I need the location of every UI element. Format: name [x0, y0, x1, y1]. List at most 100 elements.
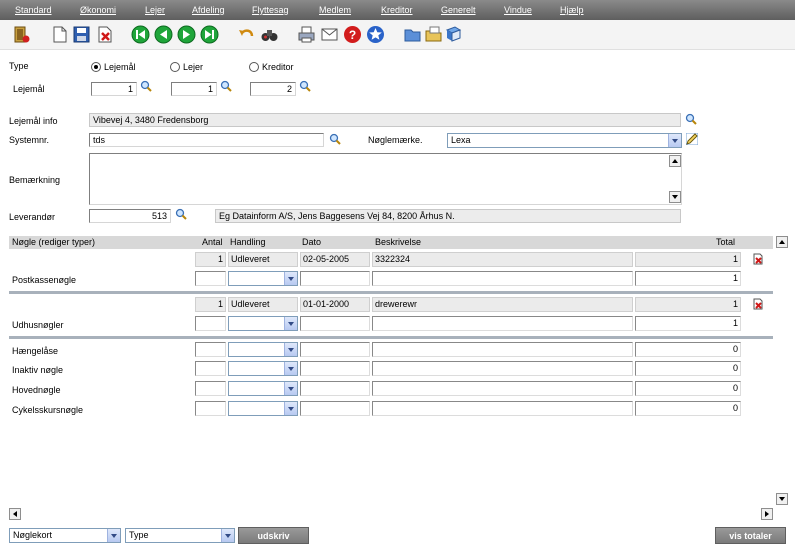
new-handling-select[interactable] [228, 316, 298, 331]
radio-lejemaal[interactable] [91, 62, 101, 72]
binoculars-icon[interactable] [260, 25, 279, 44]
lejemaal-field-3[interactable]: 2 [250, 82, 296, 96]
new-handling-select[interactable] [228, 342, 298, 357]
new-dato-input[interactable] [300, 271, 370, 286]
new-beskrivelse-input[interactable] [372, 271, 633, 286]
menu-afdeling[interactable]: Afdeling [192, 5, 225, 15]
group-separator [9, 336, 773, 339]
chevron-down-icon[interactable] [284, 382, 297, 395]
chevron-down-icon[interactable] [284, 402, 297, 415]
first-icon[interactable] [131, 25, 150, 44]
search-icon[interactable] [329, 133, 341, 145]
menu-generelt[interactable]: Generelt [441, 5, 476, 15]
new-beskrivelse-input[interactable] [372, 401, 633, 416]
menu-flyttesag[interactable]: Flyttesag [252, 5, 289, 15]
menu-okonomi[interactable]: Økonomi [80, 5, 116, 15]
info-icon[interactable] [366, 25, 385, 44]
new-dato-input[interactable] [300, 381, 370, 396]
print-button[interactable]: udskriv [238, 527, 309, 544]
book-icon[interactable] [444, 25, 463, 44]
menu-vindue[interactable]: Vindue [504, 5, 532, 15]
row-label: Postkassenøgle [12, 275, 77, 285]
new-dato-input[interactable] [300, 361, 370, 376]
grid-scroll-down[interactable] [776, 493, 788, 505]
group-total: 0 [635, 361, 741, 376]
chevron-down-icon[interactable] [284, 317, 297, 330]
menu-kreditor[interactable]: Kreditor [381, 5, 413, 15]
mail-icon[interactable] [320, 25, 339, 44]
grid-scroll-left[interactable] [9, 508, 21, 520]
new-antal-input[interactable] [195, 381, 226, 396]
menu-standard[interactable]: Standard [15, 5, 52, 15]
new-antal-input[interactable] [195, 361, 226, 376]
radio-kreditor[interactable] [249, 62, 259, 72]
new-handling-select[interactable] [228, 401, 298, 416]
bemaerkning-scroll-up[interactable] [669, 155, 681, 167]
grid-scroll-right[interactable] [761, 508, 773, 520]
menu-hjaelp[interactable]: Hjælp [560, 5, 584, 15]
new-handling-select[interactable] [228, 361, 298, 376]
chevron-down-icon[interactable] [284, 272, 297, 285]
new-antal-input[interactable] [195, 271, 226, 286]
report-select[interactable]: Nøglekort [9, 528, 121, 543]
save-icon[interactable] [72, 25, 91, 44]
new-beskrivelse-input[interactable] [372, 316, 633, 331]
search-icon[interactable] [175, 208, 187, 220]
delete-row-icon[interactable] [752, 253, 764, 265]
chevron-down-icon[interactable] [221, 529, 234, 542]
menu-bar: Standard Økonomi Lejer Afdeling Flyttesa… [0, 0, 795, 20]
chevron-down-icon[interactable] [284, 343, 297, 356]
show-totals-button[interactable]: vis totaler [715, 527, 786, 544]
leverandor-number-field[interactable]: 513 [89, 209, 171, 223]
entry-handling: Udleveret [228, 297, 298, 312]
bemaerkning-scroll-down[interactable] [669, 191, 681, 203]
new-beskrivelse-input[interactable] [372, 342, 633, 357]
type-select[interactable]: Type [125, 528, 235, 543]
next-icon[interactable] [177, 25, 196, 44]
delete-row-icon[interactable] [752, 298, 764, 310]
noglemaerke-select[interactable]: Lexa [447, 133, 682, 148]
undo-icon[interactable] [237, 25, 256, 44]
new-dato-input[interactable] [300, 316, 370, 331]
print-icon[interactable] [297, 25, 316, 44]
systemnr-field[interactable]: tds [89, 133, 324, 147]
bemaerkning-textarea[interactable] [89, 153, 682, 205]
delete-icon[interactable] [95, 25, 114, 44]
chevron-down-icon[interactable] [284, 362, 297, 375]
leverandor-label: Leverandør [9, 212, 56, 222]
menu-medlem[interactable]: Medlem [319, 5, 351, 15]
lejemaal-field-1[interactable]: 1 [91, 82, 137, 96]
radio-lejer[interactable] [170, 62, 180, 72]
new-antal-input[interactable] [195, 401, 226, 416]
search-icon[interactable] [299, 80, 311, 92]
new-beskrivelse-input[interactable] [372, 381, 633, 396]
header-total: Total [716, 237, 736, 247]
new-handling-select[interactable] [228, 271, 298, 286]
search-icon[interactable] [220, 80, 232, 92]
entry-antal: 1 [195, 297, 226, 312]
chevron-down-icon[interactable] [668, 134, 681, 147]
lejemaal-field-2[interactable]: 1 [171, 82, 217, 96]
new-dato-input[interactable] [300, 401, 370, 416]
search-icon[interactable] [140, 80, 152, 92]
last-icon[interactable] [200, 25, 219, 44]
chevron-down-icon[interactable] [107, 529, 120, 542]
folder-icon[interactable] [424, 25, 443, 44]
noglemaerke-value: Lexa [451, 135, 471, 145]
new-icon[interactable] [50, 25, 69, 44]
header-key[interactable]: Nøgle (rediger typer) [12, 237, 95, 247]
new-dato-input[interactable] [300, 342, 370, 357]
folder-open-icon[interactable] [403, 25, 422, 44]
grid-scroll-up[interactable] [776, 236, 788, 248]
previous-icon[interactable] [154, 25, 173, 44]
new-antal-input[interactable] [195, 342, 226, 357]
exit-icon[interactable] [12, 25, 31, 44]
menu-lejer[interactable]: Lejer [145, 5, 165, 15]
radio-lejemaal-label: Lejemål [104, 62, 136, 72]
help-icon[interactable]: ? [343, 25, 362, 44]
edit-icon[interactable] [686, 133, 698, 145]
new-antal-input[interactable] [195, 316, 226, 331]
search-icon[interactable] [685, 113, 697, 125]
new-handling-select[interactable] [228, 381, 298, 396]
new-beskrivelse-input[interactable] [372, 361, 633, 376]
